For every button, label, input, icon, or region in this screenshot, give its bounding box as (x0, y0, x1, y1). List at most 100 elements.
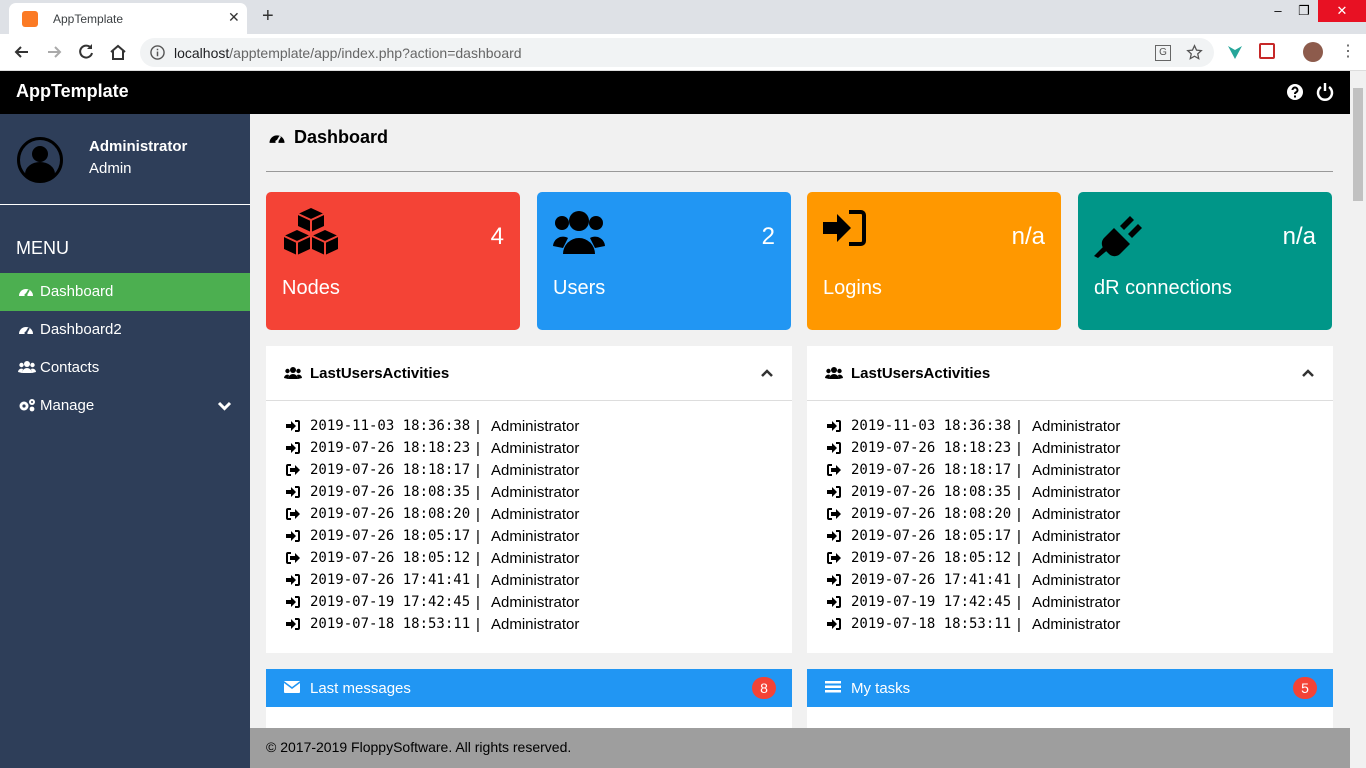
info-icon[interactable] (150, 45, 165, 60)
activity-user: Administrator (1032, 616, 1121, 633)
power-icon[interactable] (1316, 82, 1334, 101)
activity-datetime: 2019-07-26 17:41:41 (310, 572, 471, 588)
separator: | (476, 440, 480, 457)
my-tasks-header[interactable]: My tasks 5 (807, 669, 1333, 707)
activity-user: Administrator (1032, 594, 1121, 611)
activity-datetime: 2019-07-18 18:53:11 (851, 616, 1012, 632)
stat-card-dr-connections[interactable]: n/a dR connections (1078, 192, 1332, 330)
new-tab-button[interactable]: + (262, 5, 274, 27)
close-window-button[interactable]: ✕ (1318, 0, 1366, 22)
list-item: 2019-07-26 18:05:12 | Administrator (266, 548, 792, 570)
sign-in-icon (823, 210, 866, 246)
separator: | (1017, 550, 1021, 567)
sidebar-item-dashboard[interactable]: Dashboard (0, 273, 250, 311)
chevron-down-icon (217, 401, 232, 411)
count-badge: 8 (752, 677, 776, 699)
sign-out-icon (827, 508, 841, 520)
activity-datetime: 2019-07-26 18:18:17 (851, 462, 1012, 478)
shield-extension-icon[interactable] (1259, 43, 1275, 59)
extension-icon[interactable] (1226, 43, 1244, 61)
profile-avatar-icon[interactable] (1303, 42, 1323, 62)
list-item: 2019-07-26 18:05:12 | Administrator (807, 548, 1333, 570)
activity-user: Administrator (491, 594, 580, 611)
activity-datetime: 2019-07-26 17:41:41 (851, 572, 1012, 588)
chevron-up-icon[interactable] (1301, 368, 1315, 378)
sign-in-icon (286, 420, 300, 432)
sign-in-icon (286, 486, 300, 498)
list-item: 2019-07-26 18:05:17 | Administrator (807, 526, 1333, 548)
panel-header: LastUsersActivities (807, 346, 1333, 401)
activity-datetime: 2019-07-26 18:05:12 (310, 550, 471, 566)
separator: | (1017, 572, 1021, 589)
bookmark-star-icon[interactable] (1186, 44, 1203, 61)
stat-label: Users (553, 277, 606, 299)
scrollbar[interactable] (1350, 71, 1366, 768)
stat-card-logins[interactable]: n/a Logins (807, 192, 1061, 330)
list-item: 2019-07-26 17:41:41 | Administrator (807, 570, 1333, 592)
separator: | (1017, 484, 1021, 501)
separator: | (1017, 594, 1021, 611)
title-divider (266, 171, 1333, 172)
activity-datetime: 2019-07-26 18:05:17 (310, 528, 471, 544)
users-icon (825, 367, 843, 379)
sidebar-item-contacts[interactable]: Contacts (0, 349, 250, 387)
sign-in-icon (286, 442, 300, 454)
address-bar[interactable]: localhost/apptemplate/app/index.php?acti… (140, 38, 1214, 67)
activity-datetime: 2019-07-19 17:42:45 (851, 594, 1012, 610)
tab-close-icon[interactable]: ✕ (228, 9, 240, 26)
sidebar-item-dashboard2[interactable]: Dashboard2 (0, 311, 250, 349)
browser-tab[interactable]: AppTemplate ✕ (9, 3, 247, 34)
list-item: 2019-07-18 18:53:11 | Administrator (807, 614, 1333, 636)
separator: | (1017, 506, 1021, 523)
tasks-icon (825, 681, 841, 693)
back-icon[interactable] (12, 42, 32, 62)
separator: | (476, 550, 480, 567)
separator: | (476, 572, 480, 589)
scrollbar-thumb[interactable] (1353, 88, 1363, 201)
tachometer-icon (269, 135, 285, 144)
list-item: 2019-07-26 18:05:17 | Administrator (266, 526, 792, 548)
footer-text: © 2017-2019 FloppySoftware. All rights r… (266, 739, 572, 755)
activity-datetime: 2019-07-19 17:42:45 (310, 594, 471, 610)
panel-header: LastUsersActivities (266, 346, 792, 401)
forward-icon[interactable] (44, 42, 64, 62)
sign-in-icon (286, 618, 300, 630)
activity-user: Administrator (491, 572, 580, 589)
menu-header: MENU (16, 238, 69, 258)
chevron-up-icon[interactable] (760, 368, 774, 378)
sidebar-item-manage[interactable]: Manage (0, 387, 250, 425)
restore-button[interactable]: ❐ (1296, 2, 1312, 22)
stat-card-nodes[interactable]: 4 Nodes (266, 192, 520, 330)
activity-datetime: 2019-07-26 18:08:20 (851, 506, 1012, 522)
user-profile: Administrator Admin (0, 114, 250, 205)
sign-out-icon (827, 552, 841, 564)
tab-title: AppTemplate (53, 12, 124, 26)
sidebar-item-label: Contacts (40, 359, 100, 376)
last-messages-header[interactable]: Last messages 8 (266, 669, 792, 707)
home-icon[interactable] (108, 42, 128, 62)
activity-datetime: 2019-07-26 18:18:17 (310, 462, 471, 478)
list-item: 2019-07-26 18:08:20 | Administrator (266, 504, 792, 526)
users-icon (18, 361, 36, 373)
translate-icon[interactable]: G (1155, 45, 1171, 61)
panel-title: Last messages (310, 680, 411, 697)
sign-out-icon (286, 508, 300, 520)
count-badge: 5 (1293, 677, 1317, 699)
help-icon[interactable] (1286, 83, 1304, 101)
sidebar-item-label: Manage (40, 397, 95, 414)
url-path: /apptemplate/app/index.php?action=dashbo… (229, 45, 522, 61)
browser-menu-icon[interactable]: ⋮ (1340, 42, 1356, 62)
list-item: 2019-07-26 17:41:41 | Administrator (266, 570, 792, 592)
sign-in-icon (827, 618, 841, 630)
separator: | (1017, 440, 1021, 457)
stat-card-users[interactable]: 2 Users (537, 192, 791, 330)
my-tasks-body (807, 707, 1333, 728)
page-title: Dashboard (294, 127, 389, 147)
activity-datetime: 2019-07-26 18:18:23 (851, 440, 1012, 456)
minimize-button[interactable]: – (1270, 2, 1286, 22)
sign-out-icon (286, 464, 300, 476)
list-item: 2019-07-26 18:18:23 | Administrator (266, 438, 792, 460)
activity-user: Administrator (1032, 418, 1121, 435)
cogs-icon (19, 399, 35, 412)
reload-icon[interactable] (76, 42, 96, 62)
